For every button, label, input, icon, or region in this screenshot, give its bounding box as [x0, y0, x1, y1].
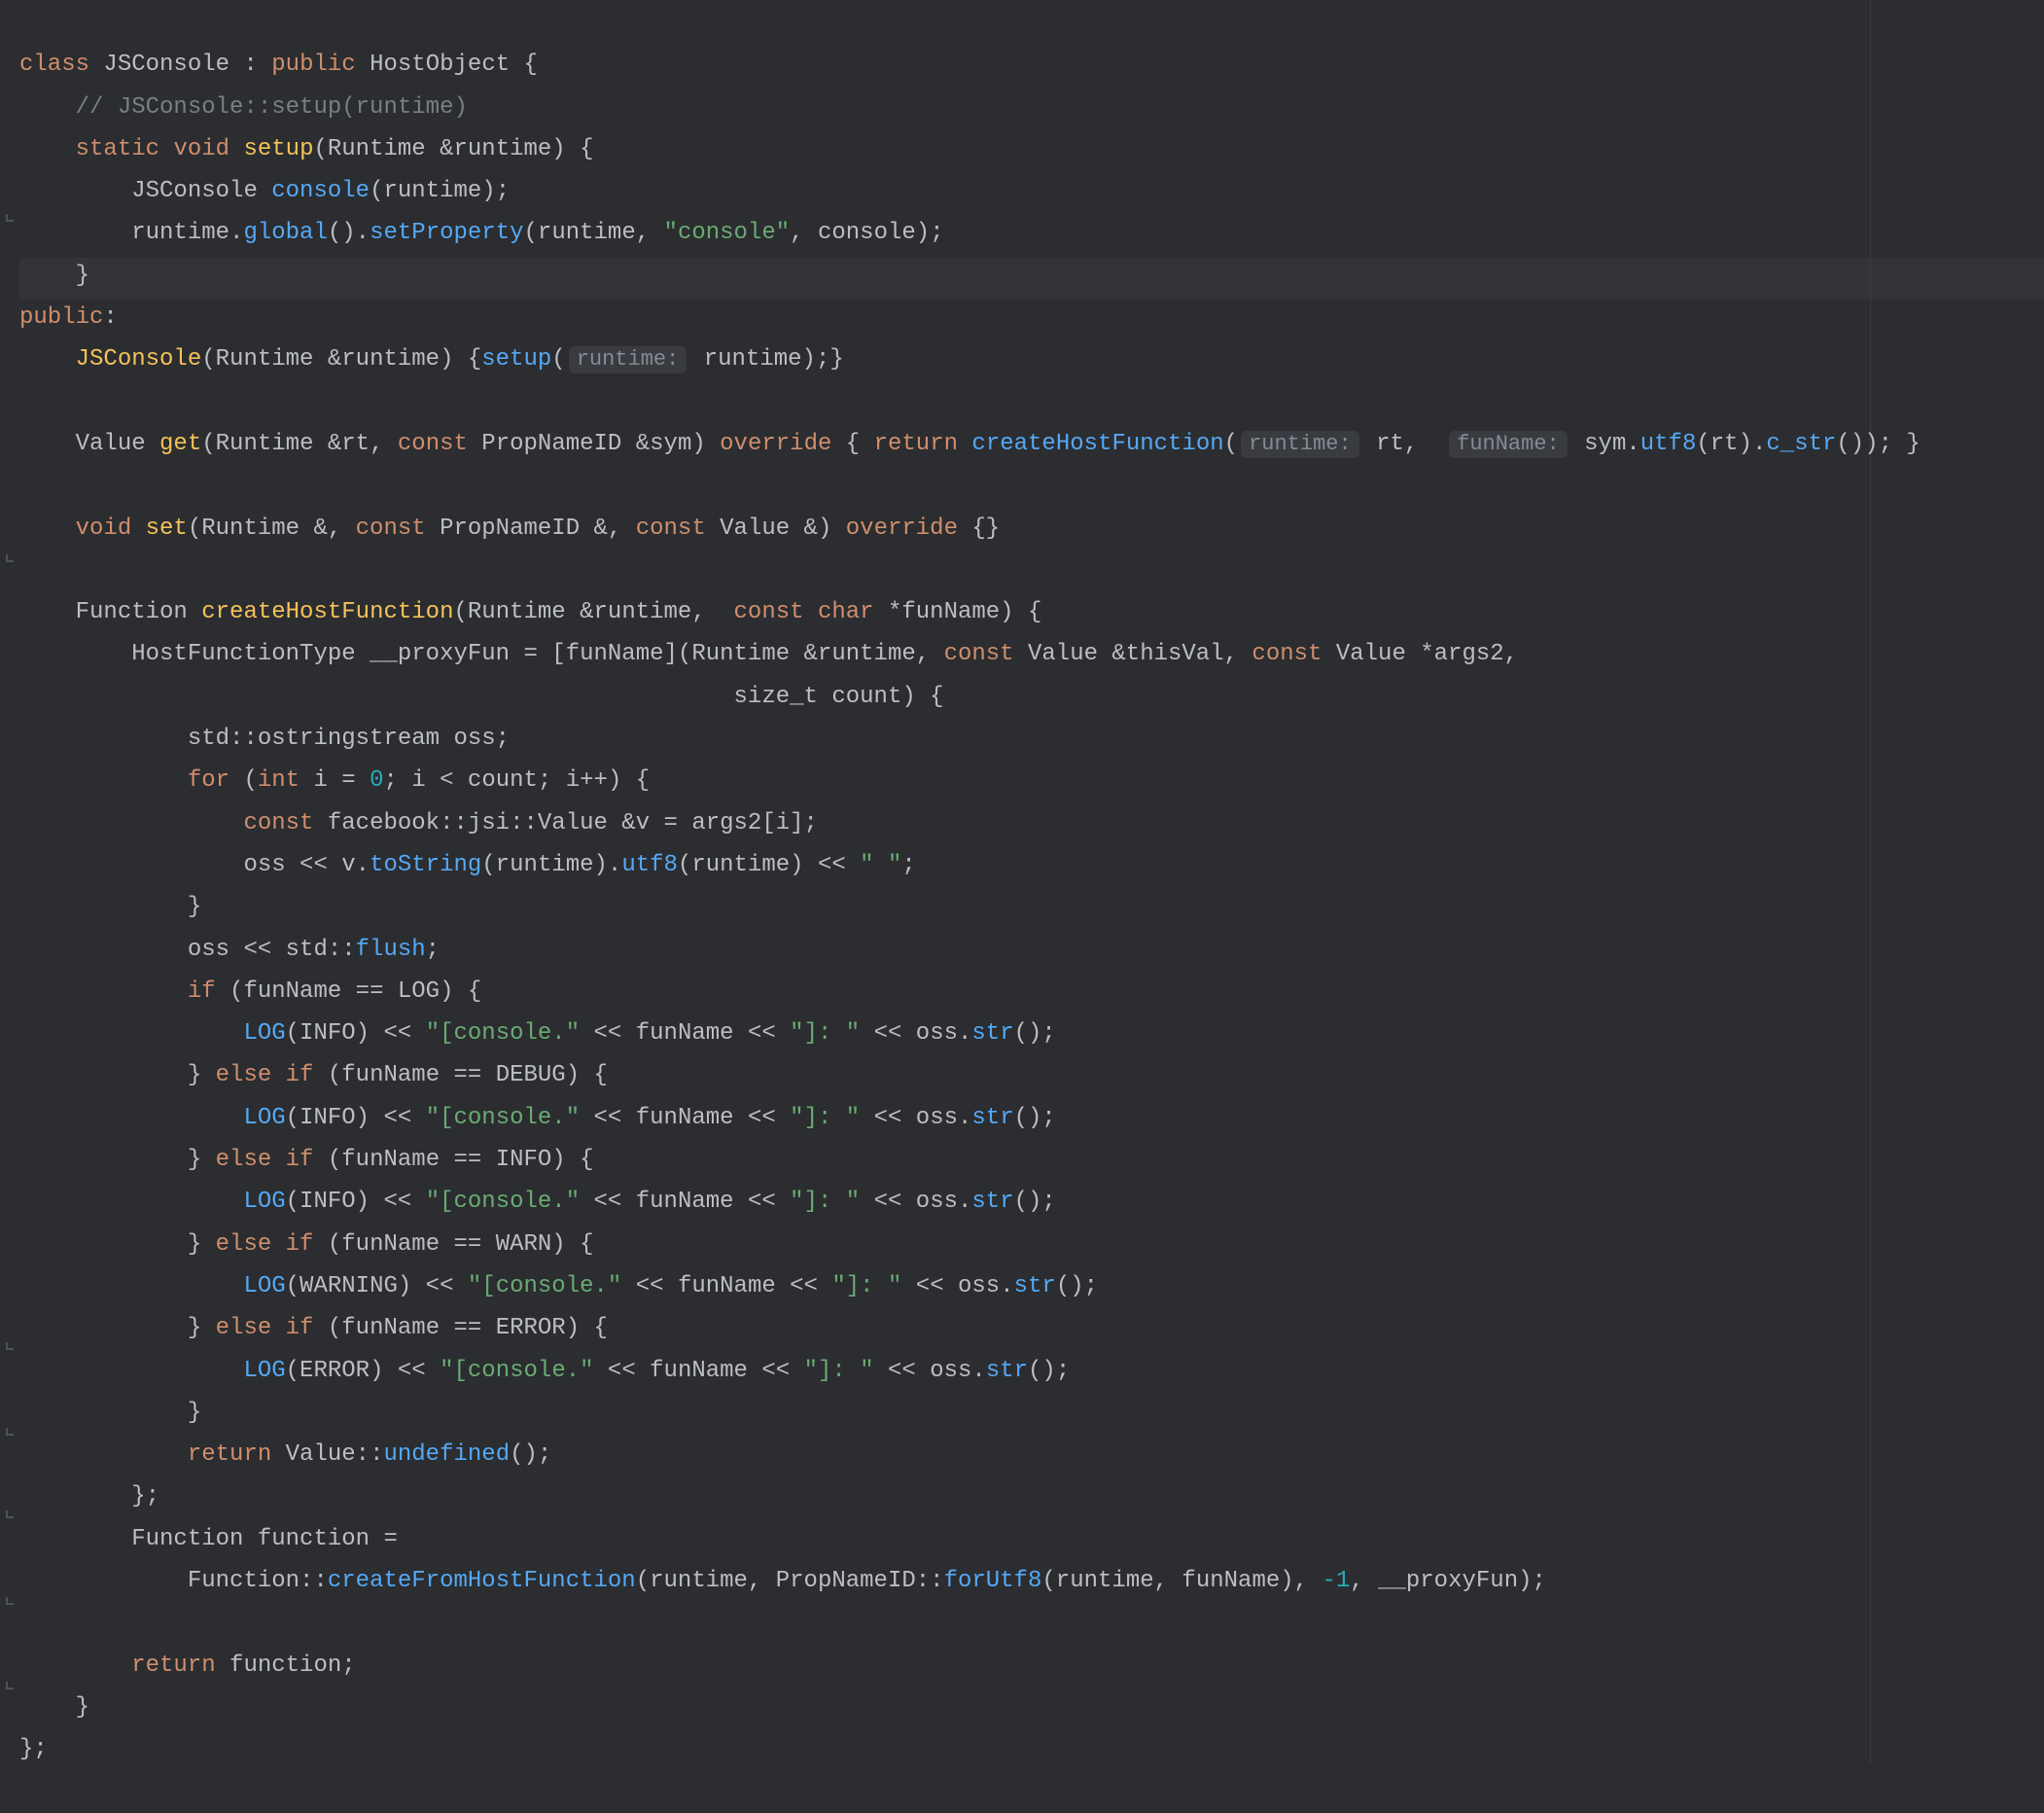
- fold-marker-icon[interactable]: [6, 554, 14, 562]
- code-editor[interactable]: class JSConsole : public HostObject { //…: [19, 0, 2032, 1764]
- code-content: class JSConsole : public HostObject { //…: [19, 44, 2032, 1770]
- fold-marker-icon[interactable]: [6, 214, 14, 222]
- keyword-class: class: [19, 52, 89, 78]
- inlay-hint: funName:: [1449, 431, 1568, 458]
- fold-marker-icon[interactable]: [6, 1428, 14, 1436]
- fold-marker-icon[interactable]: [6, 1597, 14, 1605]
- inlay-hint: runtime:: [1241, 431, 1359, 458]
- gutter[interactable]: [0, 0, 19, 1764]
- fold-marker-icon[interactable]: [6, 1511, 14, 1518]
- fold-marker-icon[interactable]: [6, 1682, 14, 1689]
- fold-marker-icon[interactable]: [6, 1342, 14, 1350]
- public-label: public: [19, 304, 103, 331]
- inlay-hint: runtime:: [569, 346, 687, 373]
- comment: // JSConsole::setup(runtime): [76, 94, 468, 121]
